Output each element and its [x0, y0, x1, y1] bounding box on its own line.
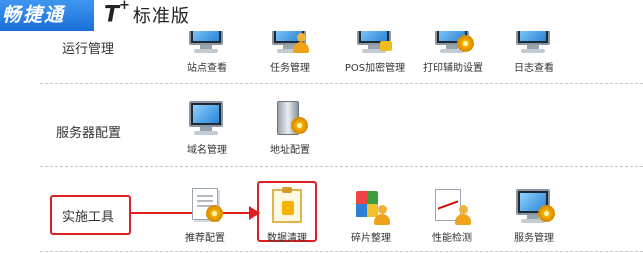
monitor-icon — [513, 31, 555, 57]
item-label: 日志查看 — [514, 63, 554, 74]
item-label: 地址配置 — [270, 145, 310, 156]
product-edition: T+ 标准版 — [104, 0, 190, 28]
section-divider — [40, 83, 643, 84]
pulse-person-icon — [431, 187, 473, 227]
tplus-logo: T+ — [104, 0, 130, 28]
item-task-management[interactable]: 任务管理 — [251, 31, 329, 74]
monitor-gear-icon — [513, 187, 555, 227]
item-domain-management[interactable]: 域名管理 — [168, 99, 246, 156]
monitor-lock-icon — [354, 31, 396, 57]
section-divider — [40, 166, 643, 167]
item-label: 域名管理 — [187, 145, 227, 156]
item-address-config[interactable]: 地址配置 — [251, 99, 329, 156]
item-log-view[interactable]: 日志查看 — [495, 31, 573, 74]
item-label: 任务管理 — [270, 63, 310, 74]
document-gear-icon — [184, 187, 226, 227]
item-label: 碎片整理 — [351, 233, 391, 244]
server-gear-icon — [269, 99, 311, 139]
item-defragment[interactable]: 碎片整理 — [332, 187, 410, 244]
monitor-icon — [186, 31, 228, 57]
section-title-server-config: 服务器配置 — [56, 126, 122, 141]
item-label: 站点查看 — [187, 63, 227, 74]
item-recommended-config[interactable]: 推荐配置 — [166, 187, 244, 244]
section-title-run-management: 运行管理 — [62, 42, 115, 57]
app-header: 畅捷通 T+ 标准版 — [0, 0, 643, 31]
monitor-person-icon — [269, 31, 311, 57]
monitor-gear-icon — [432, 31, 474, 57]
item-label: 推荐配置 — [185, 233, 225, 244]
item-data-cleanup[interactable]: 数据清理 — [248, 187, 326, 244]
item-label: 性能检测 — [432, 233, 472, 244]
clipboard-icon — [266, 187, 308, 227]
item-pos-encryption[interactable]: POS加密管理 — [336, 31, 414, 74]
item-site-view[interactable]: 站点查看 — [168, 31, 246, 74]
item-label: 数据清理 — [267, 233, 307, 244]
tiles-person-icon — [350, 187, 392, 227]
edition-label: 标准版 — [132, 6, 190, 27]
item-service-management[interactable]: 服务管理 — [495, 187, 573, 244]
brand-logo: 畅捷通 — [0, 0, 94, 31]
item-label: 服务管理 — [514, 233, 554, 244]
item-label: 打印辅助设置 — [423, 63, 483, 74]
section-divider — [40, 251, 643, 252]
monitor-icon — [186, 99, 228, 139]
item-label: POS加密管理 — [344, 63, 406, 74]
item-print-settings[interactable]: 打印辅助设置 — [414, 31, 492, 74]
section-title-implementation-tools: 实施工具 — [62, 210, 115, 225]
item-performance-check[interactable]: 性能检测 — [413, 187, 491, 244]
